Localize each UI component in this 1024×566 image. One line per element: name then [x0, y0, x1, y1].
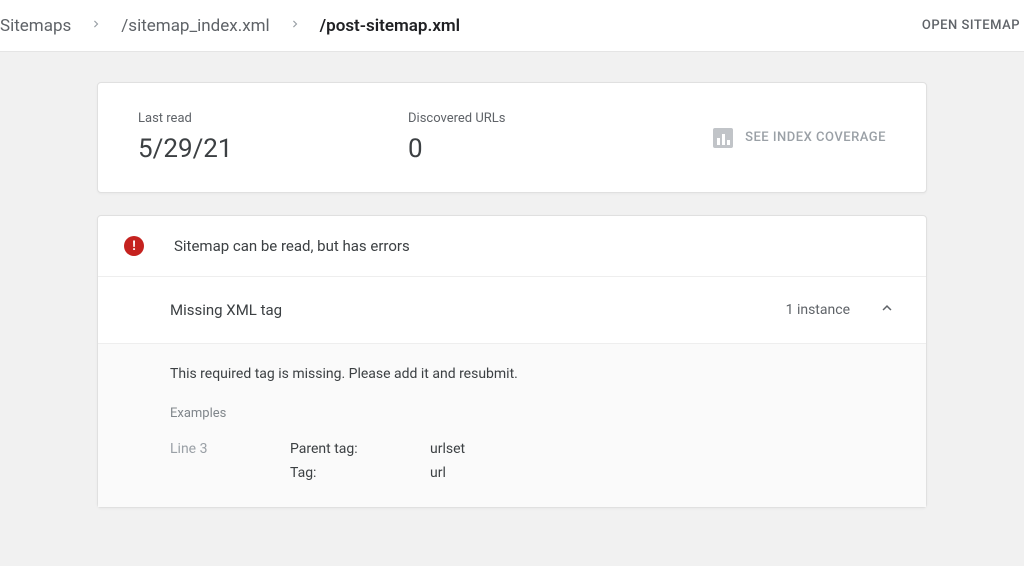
open-sitemap-link[interactable]: OPEN SITEMAP [922, 18, 1024, 33]
examples-label: Examples [170, 406, 896, 421]
topbar: Sitemaps /sitemap_index.xml /post-sitema… [0, 0, 1024, 52]
last-read-label: Last read [138, 111, 408, 126]
error-title: Sitemap can be read, but has errors [174, 237, 410, 255]
tag-label: Tag: [290, 465, 430, 481]
chevron-right-icon [89, 16, 103, 36]
issue-count: 1 instance [786, 302, 850, 318]
see-index-coverage-button[interactable]: SEE INDEX COVERAGE [713, 128, 886, 148]
error-header: ! Sitemap can be read, but has errors [98, 216, 926, 277]
chevron-up-icon [878, 299, 896, 321]
error-icon: ! [124, 236, 144, 256]
example-details: Parent tag: urlset Tag: url [290, 441, 465, 481]
discovered-value: 0 [408, 134, 713, 164]
issue-row[interactable]: Missing XML tag 1 instance [98, 277, 926, 344]
discovered-label: Discovered URLs [408, 111, 713, 126]
tag-value: url [430, 465, 446, 481]
metric-last-read: Last read 5/29/21 [138, 111, 408, 164]
breadcrumb-index[interactable]: /sitemap_index.xml [121, 16, 269, 36]
breadcrumbs: Sitemaps /sitemap_index.xml /post-sitema… [0, 16, 922, 36]
last-read-value: 5/29/21 [138, 134, 408, 164]
errors-card: ! Sitemap can be read, but has errors Mi… [97, 215, 927, 508]
example-line-number: Line 3 [170, 441, 290, 481]
see-index-label: SEE INDEX COVERAGE [745, 130, 886, 145]
metric-discovered-urls: Discovered URLs 0 [408, 111, 713, 164]
example-row: Line 3 Parent tag: urlset Tag: url [170, 441, 896, 481]
issue-detail: This required tag is missing. Please add… [98, 344, 926, 507]
summary-card: Last read 5/29/21 Discovered URLs 0 SEE … [97, 82, 927, 193]
parent-tag-label: Parent tag: [290, 441, 430, 457]
issue-description: This required tag is missing. Please add… [170, 366, 896, 382]
content: Last read 5/29/21 Discovered URLs 0 SEE … [97, 82, 927, 508]
issue-name: Missing XML tag [170, 301, 786, 319]
breadcrumb-current: /post-sitemap.xml [320, 16, 460, 36]
chevron-right-icon [288, 16, 302, 36]
breadcrumb-sitemaps[interactable]: Sitemaps [0, 16, 71, 36]
bar-chart-icon [713, 128, 733, 148]
parent-tag-value: urlset [430, 441, 465, 457]
